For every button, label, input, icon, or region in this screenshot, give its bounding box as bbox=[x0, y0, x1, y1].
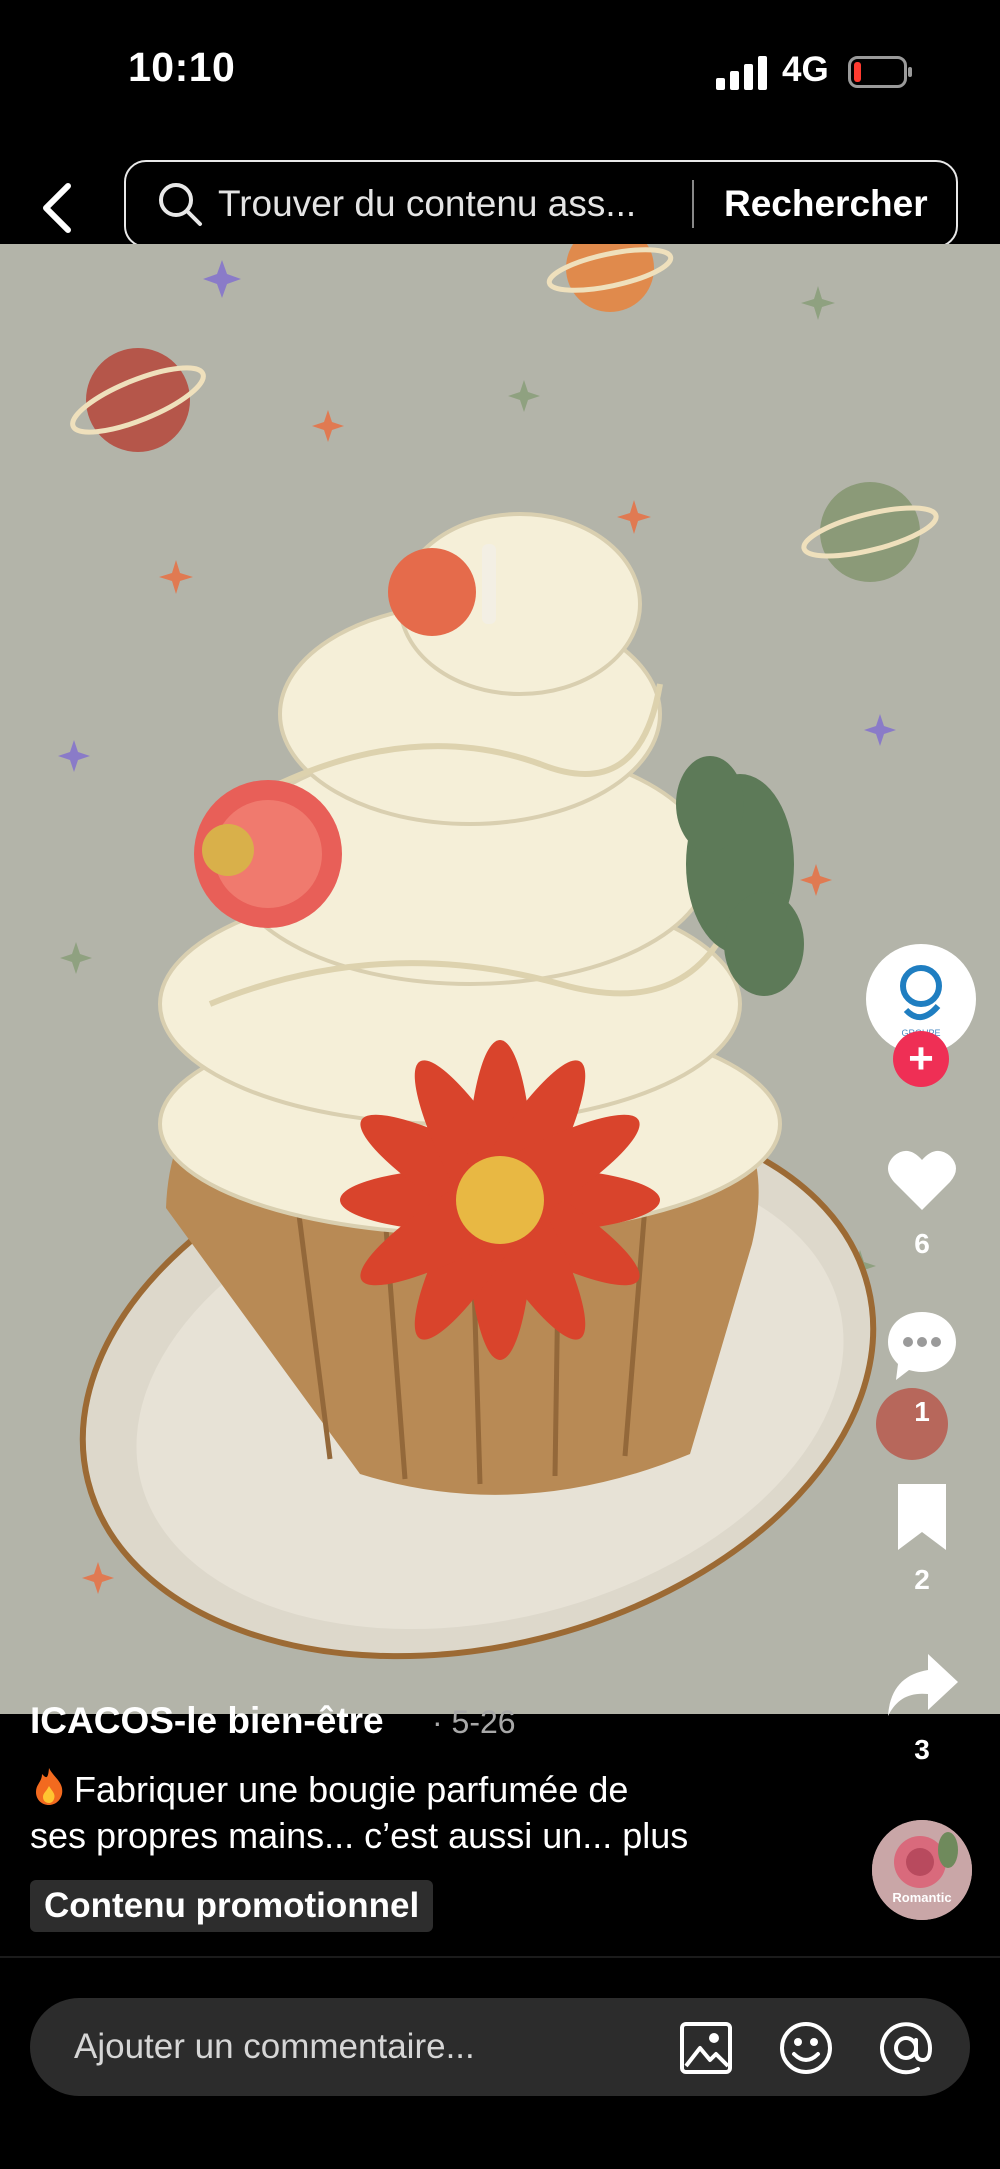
music-label: Romantic bbox=[892, 1890, 951, 1905]
comment-icon[interactable] bbox=[884, 1308, 960, 1384]
post-photo[interactable] bbox=[0, 244, 1000, 1714]
plus-icon: + bbox=[908, 1034, 934, 1083]
search-button[interactable]: Rechercher bbox=[724, 183, 928, 225]
mention-icon[interactable] bbox=[878, 2020, 934, 2076]
bottom-divider bbox=[0, 1956, 1000, 1958]
like-count: 6 bbox=[914, 1228, 930, 1259]
fire-icon bbox=[36, 1768, 63, 1805]
image-icon[interactable] bbox=[678, 2020, 734, 2076]
post-caption[interactable]: Fabriquer une bougie parfumée de ses pro… bbox=[30, 1766, 830, 1859]
search-bar[interactable]: Rechercher bbox=[124, 160, 958, 248]
cupcake-candle-image bbox=[0, 244, 1000, 1714]
music-disc[interactable]: Romantic bbox=[872, 1820, 972, 1920]
comment-bar[interactable] bbox=[30, 1998, 970, 2096]
more-link[interactable]: plus bbox=[622, 1815, 688, 1856]
battery-icon bbox=[848, 56, 912, 88]
caption-line-2: ses propres mains... c’est aussi un... bbox=[30, 1815, 613, 1856]
rose-music-icon: Romantic bbox=[872, 1820, 972, 1920]
promo-badge[interactable]: Contenu promotionnel bbox=[30, 1880, 434, 1932]
status-time: 10:10 bbox=[128, 44, 236, 90]
caption-line-1: Fabriquer une bougie parfumée de bbox=[74, 1769, 629, 1810]
emoji-icon[interactable] bbox=[778, 2020, 834, 2076]
share-icon[interactable] bbox=[884, 1648, 960, 1724]
search-icon bbox=[159, 183, 202, 226]
comment-count: 1 bbox=[914, 1396, 930, 1427]
post-date: · 5-26 bbox=[432, 1704, 516, 1740]
share-count: 3 bbox=[914, 1734, 930, 1765]
back-arrow-icon[interactable] bbox=[36, 178, 80, 238]
search-divider bbox=[692, 180, 694, 228]
signal-icon bbox=[716, 56, 767, 90]
author-name[interactable]: ICACOS-le bien-être bbox=[30, 1700, 384, 1742]
network-label: 4G bbox=[782, 50, 829, 89]
save-count: 2 bbox=[914, 1564, 930, 1595]
bookmark-icon[interactable] bbox=[884, 1480, 960, 1556]
follow-button[interactable]: + bbox=[893, 1031, 949, 1087]
comment-input[interactable] bbox=[74, 2022, 654, 2072]
search-input[interactable] bbox=[218, 183, 678, 225]
heart-icon[interactable] bbox=[884, 1142, 960, 1218]
